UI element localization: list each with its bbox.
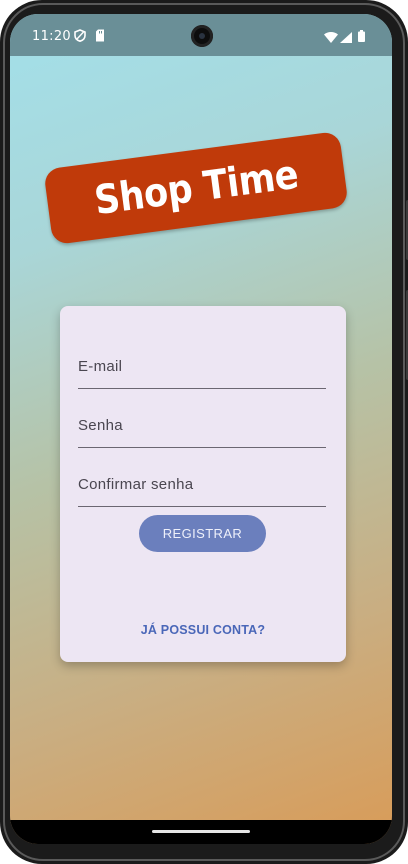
password-input[interactable] [78,417,326,434]
phone-frame: 11:20 Shop Time E-mail REGISTRAR JÁ POSS… [0,0,408,864]
navigation-bar [10,820,392,844]
email-input[interactable] [78,358,326,375]
password-field [78,391,326,448]
register-button[interactable]: REGISTRAR [139,515,266,552]
battery-icon [358,29,365,47]
wifi-icon [324,30,338,48]
sd-card-icon [95,29,105,47]
status-time: 11:20 [32,29,71,44]
email-field [78,332,326,389]
confirm-password-input[interactable] [78,476,326,493]
front-camera [191,25,213,47]
status-bar: 11:20 [10,14,392,56]
register-form-card: REGISTRAR JÁ POSSUI CONTA? [60,306,346,662]
logo-text: Shop Time [91,151,301,225]
confirm-password-field [78,450,326,507]
already-have-account-link[interactable]: JÁ POSSUI CONTA? [60,623,346,637]
cellular-signal-icon [340,30,352,48]
vpn-shield-icon [74,29,86,47]
home-gesture-handle[interactable] [152,830,250,833]
app-screen: 11:20 Shop Time E-mail REGISTRAR JÁ POSS… [10,14,392,844]
shop-time-logo: Shop Time [43,130,349,246]
